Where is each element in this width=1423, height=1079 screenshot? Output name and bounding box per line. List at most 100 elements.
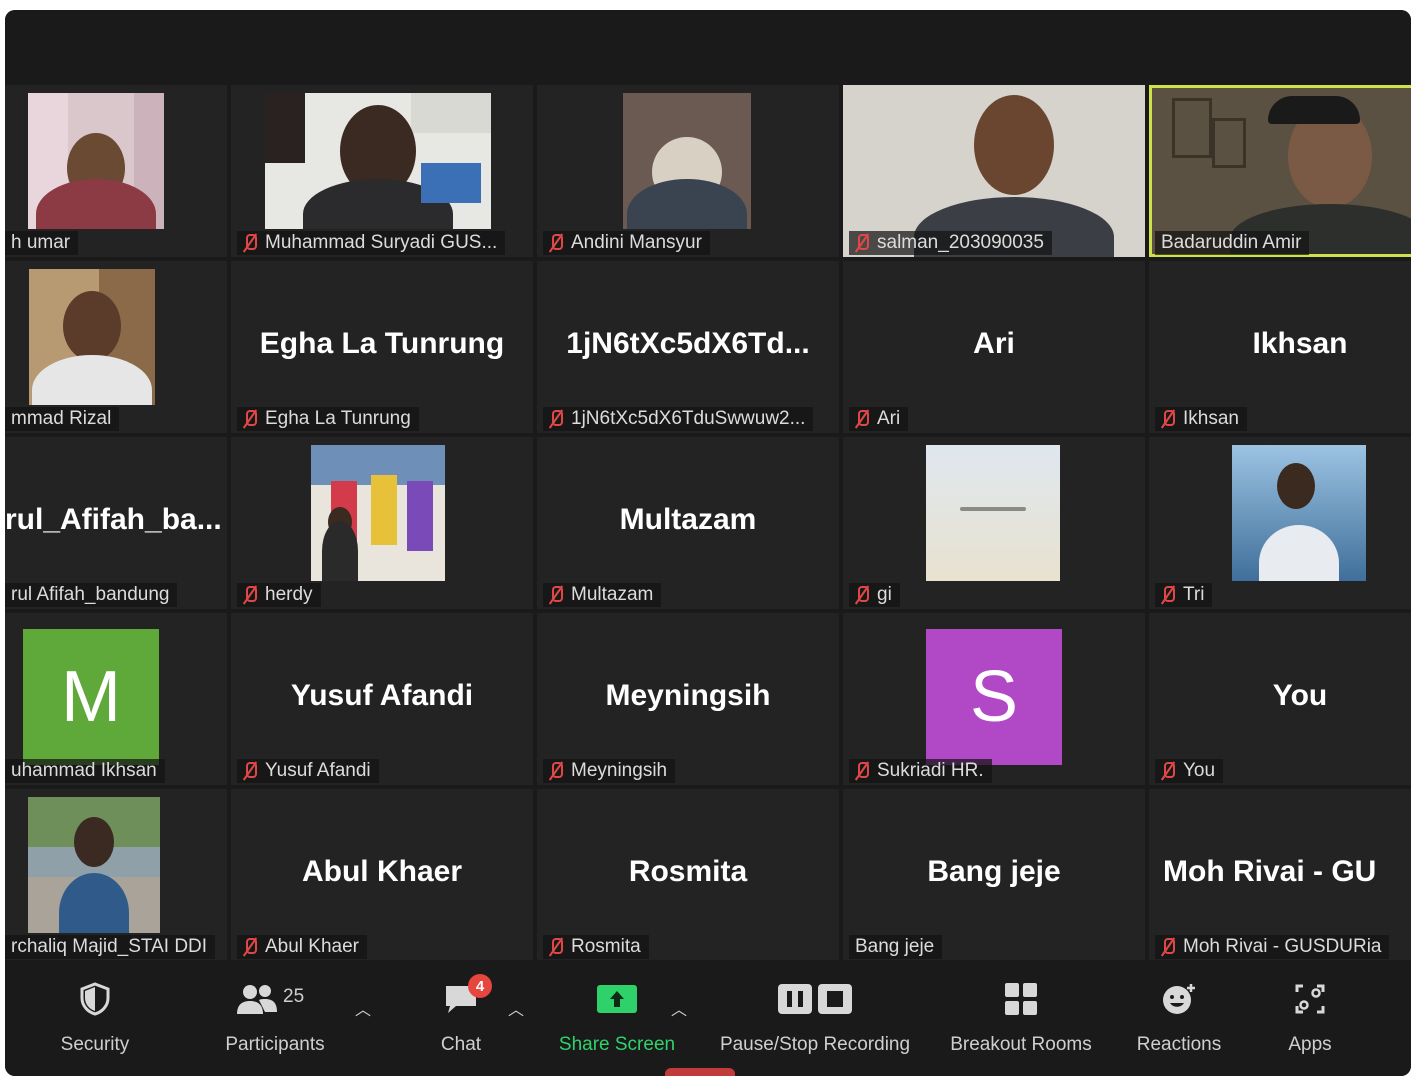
pause-stop-icon (776, 982, 854, 1016)
video-tile[interactable]: h umar (5, 85, 227, 257)
video-tile[interactable]: Muhammad Suryadi GUS... (231, 85, 533, 257)
video-tile[interactable]: Meyningsih Meyningsih (537, 613, 839, 785)
participant-name: 1jN6tXc5dX6TduSwwuw2... (571, 408, 806, 429)
chat-button[interactable]: 4 Chat (435, 974, 492, 1056)
muted-mic-icon (1161, 586, 1175, 604)
security-button[interactable]: Security (53, 982, 137, 1056)
muted-mic-icon (855, 586, 869, 604)
muted-mic-icon (855, 234, 869, 252)
recording-indicator (665, 1068, 735, 1076)
participant-photo (311, 445, 445, 581)
video-tile[interactable]: Andini Mansyur (537, 85, 839, 257)
video-tile[interactable]: M uhammad Ikhsan (5, 613, 227, 785)
participant-name-tag: mmad Rizal (5, 407, 120, 431)
participant-name: Andini Mansyur (571, 232, 702, 253)
participant-display-name: Ikhsan (1252, 327, 1348, 360)
muted-mic-icon (549, 938, 563, 956)
participant-name-tag: h umar (5, 231, 79, 255)
video-tile[interactable]: Tri (1149, 437, 1411, 609)
share-screen-icon (596, 982, 638, 1016)
reactions-icon (1161, 982, 1197, 1016)
participant-name-tag: Multazam (543, 583, 662, 607)
muted-mic-icon (549, 234, 563, 252)
participants-icon: 25 (235, 982, 315, 1016)
participant-display-name: Egha La Tunrung (259, 327, 505, 360)
pause-stop-recording-button[interactable]: Pause/Stop Recording (709, 982, 921, 1056)
chat-unread-badge: 4 (468, 974, 492, 998)
participant-display-name: Meyningsih (605, 679, 771, 712)
share-screen-button[interactable]: Share Screen (553, 982, 681, 1056)
video-tile[interactable]: gi (843, 437, 1145, 609)
video-tile[interactable]: rchaliq Majid_STAI DDI (5, 789, 227, 961)
video-tile[interactable]: Moh Rivai - GU Moh Rivai - GUSDURia (1149, 789, 1411, 961)
participant-photo (926, 445, 1060, 581)
video-tile[interactable]: Egha La Tunrung Egha La Tunrung (231, 261, 533, 433)
participant-name: Ari (877, 408, 901, 429)
participant-name-tag: gi (849, 583, 900, 607)
participant-display-name: Yusuf Afandi (290, 679, 474, 712)
participants-options-caret[interactable]: ︿ (355, 996, 371, 1020)
video-tile[interactable]: Ikhsan Ikhsan (1149, 261, 1411, 433)
participant-name: Ikhsan (1183, 408, 1239, 429)
participant-name-tag: Egha La Tunrung (237, 407, 419, 431)
participant-display-name: Abul Khaer (301, 855, 463, 888)
participant-name-tag: Sukriadi HR. (849, 759, 992, 783)
chat-options-caret[interactable]: ︿ (508, 996, 524, 1020)
video-tile[interactable]: rul_Afifah_ba... rul Afifah_bandung (5, 437, 227, 609)
participant-name: Abul Khaer (265, 936, 360, 957)
participants-button[interactable]: 25 Participants (215, 982, 335, 1056)
participant-letter-avatar: S (926, 629, 1062, 765)
participant-display-name: Rosmita (628, 855, 748, 888)
muted-mic-icon (243, 586, 257, 604)
video-tile[interactable]: Ari Ari (843, 261, 1145, 433)
participant-name: Muhammad Suryadi GUS... (265, 232, 498, 253)
muted-mic-icon (549, 762, 563, 780)
participant-name-tag: rul Afifah_bandung (5, 583, 178, 607)
video-tile[interactable]: Bang jeje Bang jeje (843, 789, 1145, 961)
reactions-label: Reactions (1136, 1034, 1222, 1055)
participant-name-tag: 1jN6tXc5dX6TduSwwuw2... (543, 407, 814, 431)
participant-name-tag: uhammad Ikhsan (5, 759, 165, 783)
participant-name: mmad Rizal (11, 408, 112, 429)
participant-photo (28, 93, 164, 229)
participant-display-name: You (1272, 679, 1328, 712)
muted-mic-icon (855, 762, 869, 780)
muted-mic-icon (1161, 762, 1175, 780)
participant-display-name: Multazam (619, 503, 757, 536)
participant-name-tag: rchaliq Majid_STAI DDI (5, 935, 216, 959)
breakout-rooms-button[interactable]: Breakout Rooms (941, 982, 1101, 1056)
participant-name-tag: Bang jeje (849, 935, 943, 959)
participant-name: Multazam (571, 584, 654, 605)
security-label: Security (60, 1034, 130, 1055)
participant-name-tag: You (1155, 759, 1224, 783)
muted-mic-icon (1161, 938, 1175, 956)
apps-button[interactable]: Apps (1285, 982, 1335, 1056)
participant-name: You (1183, 760, 1216, 781)
recording-label: Pause/Stop Recording (719, 1034, 911, 1055)
muted-mic-icon (549, 586, 563, 604)
participants-count: 25 (283, 986, 305, 1007)
video-tile[interactable]: salman_203090035 (843, 85, 1145, 257)
participant-name: Bang jeje (855, 936, 935, 957)
video-tile[interactable]: Abul Khaer Abul Khaer (231, 789, 533, 961)
video-tile[interactable]: Yusuf Afandi Yusuf Afandi (231, 613, 533, 785)
video-tile[interactable]: 1jN6tXc5dX6Td... 1jN6tXc5dX6TduSwwuw2... (537, 261, 839, 433)
participant-name-tag: Ikhsan (1155, 407, 1247, 431)
share-screen-options-caret[interactable]: ︿ (671, 996, 687, 1020)
video-tile[interactable]: S Sukriadi HR. (843, 613, 1145, 785)
video-tile[interactable]: herdy (231, 437, 533, 609)
video-tile[interactable]: You You (1149, 613, 1411, 785)
video-tile[interactable]: Rosmita Rosmita (537, 789, 839, 961)
video-tile-active-speaker[interactable]: Badaruddin Amir (1149, 85, 1411, 257)
participant-photo (1232, 445, 1366, 581)
participant-name: Egha La Tunrung (265, 408, 411, 429)
participant-name-tag: Moh Rivai - GUSDURia (1155, 935, 1390, 959)
participant-name-tag: Badaruddin Amir (1155, 231, 1310, 255)
participant-name: Moh Rivai - GUSDURia (1183, 936, 1382, 957)
reactions-button[interactable]: Reactions (1129, 982, 1229, 1056)
video-tile[interactable]: Multazam Multazam (537, 437, 839, 609)
participant-name: Rosmita (571, 936, 641, 957)
video-tile[interactable]: mmad Rizal (5, 261, 227, 433)
participant-display-name: rul_Afifah_ba... (5, 503, 222, 536)
share-screen-label: Share Screen (558, 1034, 676, 1055)
